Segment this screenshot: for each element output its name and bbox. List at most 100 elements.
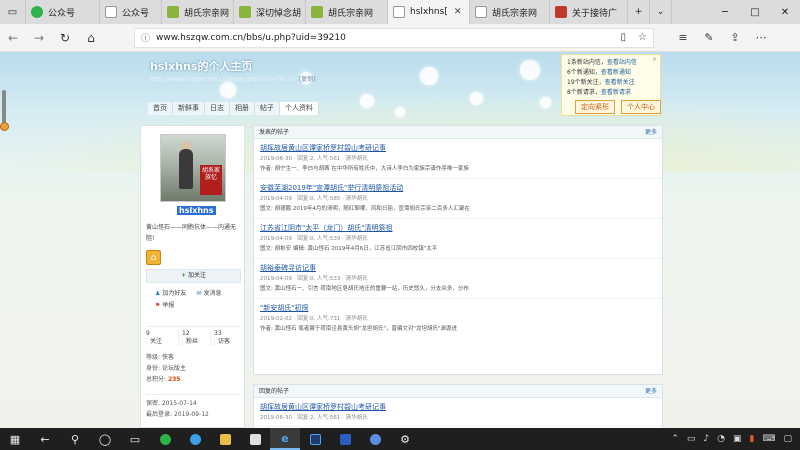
chevron-up-icon[interactable]: ⌃: [671, 434, 679, 444]
post-title[interactable]: 胡挥故居黄山区谭家桥罗村碧山考研记事: [260, 143, 656, 154]
favorites-list-icon[interactable]: ≡: [674, 31, 692, 44]
battery-icon[interactable]: ▭: [687, 434, 696, 444]
display-icon[interactable]: ▣: [733, 434, 742, 444]
post-title[interactable]: 胡挥故居黄山区谭家桥罗村碧山考研记事: [260, 402, 656, 413]
keyboard-icon[interactable]: ⌨: [762, 434, 775, 444]
nav-feed[interactable]: 新鲜事: [173, 102, 205, 115]
notify-link[interactable]: 查看新通知: [601, 69, 631, 76]
tab-6[interactable]: 胡氏宗亲网: [470, 0, 550, 24]
site-icon: [555, 6, 567, 18]
photoshop-icon[interactable]: [300, 428, 330, 450]
tab-4[interactable]: 胡氏宗亲网: [306, 0, 388, 24]
tab-0[interactable]: 公众号: [26, 0, 100, 24]
report-link[interactable]: ⚑ 举报: [155, 300, 174, 312]
close-window-icon[interactable]: ✕: [770, 0, 800, 24]
url-field[interactable]: ⓘ www.hszqw.com.cn/bbs/u.php?uid=39210 ▯…: [134, 27, 654, 48]
send-message-label: 发消息: [203, 290, 222, 297]
info-value: 2019-09-12: [173, 411, 209, 418]
nav-profile[interactable]: 个人资料: [280, 102, 319, 115]
app-tray-icon[interactable]: ▮: [750, 434, 755, 444]
app-icon[interactable]: [330, 428, 360, 450]
dandelion-decor: [420, 67, 438, 85]
user-center-button[interactable]: 个人中心: [621, 100, 661, 114]
dandelion-decor: [540, 97, 551, 108]
start-windows-icon[interactable]: ▦: [0, 428, 30, 450]
more-icon[interactable]: ⋯: [752, 31, 770, 44]
notify-link[interactable]: 查看新请求: [601, 89, 631, 96]
info-row: 等级: 侠客: [146, 352, 241, 363]
more-link[interactable]: 更多: [645, 126, 657, 138]
notify-line: 1条新站内信，查看站内信: [567, 58, 655, 68]
post-title[interactable]: 安徽芜湖2019年"宣潭胡氏"举行清明祭祖活动: [260, 183, 656, 194]
browser-app-icon[interactable]: [180, 428, 210, 450]
pen-icon[interactable]: ✎: [700, 31, 718, 44]
copy-link[interactable]: [复制]: [299, 76, 316, 83]
scroll-indicator-icon[interactable]: [0, 122, 9, 131]
tab-strip: ▭ 公众号 公众号 胡氏宗亲网 深切悼念胡 胡氏宗亲网 hslxhns[ ✕ 胡氏…: [0, 0, 800, 24]
settings-icon[interactable]: ⚙: [390, 428, 420, 450]
nav-blog[interactable]: 日志: [205, 102, 230, 115]
nav-album[interactable]: 相册: [230, 102, 255, 115]
task-view-icon[interactable]: ▭: [120, 428, 150, 450]
add-friend-link[interactable]: ♟ 加为好友: [155, 288, 186, 300]
notes-app-icon[interactable]: [240, 428, 270, 450]
close-icon[interactable]: ×: [652, 55, 657, 65]
tab-label: hslxhns[: [410, 7, 448, 17]
user-button-1[interactable]: 定向紧形: [575, 100, 615, 114]
tab-list-chevron-icon[interactable]: ⌄: [650, 0, 672, 24]
stat-fans[interactable]: 12 粉丝: [178, 330, 210, 346]
maximize-icon[interactable]: □: [740, 0, 770, 24]
network-icon[interactable]: ◔: [717, 434, 725, 444]
info-value: 论坛版主: [161, 365, 186, 372]
tab-5-active[interactable]: hslxhns[ ✕: [388, 0, 470, 24]
notify-link[interactable]: 查看新关注: [605, 79, 635, 86]
post-meta: 2019-04-09 · 回复:0, 人气:539 · 清华胡氏: [260, 236, 368, 242]
edge-icon[interactable]: e: [270, 428, 300, 450]
minimize-icon[interactable]: ─: [710, 0, 740, 24]
house-icon[interactable]: ⌂: [146, 250, 161, 265]
notifications-icon[interactable]: ▢: [783, 434, 792, 444]
follow-button[interactable]: + 加关注: [146, 269, 241, 283]
replies-panel: 回复的帖子 更多 胡挥故居黄山区谭家桥罗村碧山考研记事 2019-06-30 · …: [253, 384, 663, 428]
tab-3[interactable]: 深切悼念胡: [234, 0, 306, 24]
notify-link[interactable]: 查看站内信: [607, 59, 637, 66]
tab-2[interactable]: 胡氏宗亲网: [162, 0, 234, 24]
tab-7[interactable]: 关于接待广: [550, 0, 628, 24]
forward-arrow-icon[interactable]: →: [26, 25, 52, 51]
nav-home[interactable]: 首页: [148, 102, 173, 115]
profile-stats: 9 关注 12 粉丝 33 访客: [146, 326, 241, 346]
more-link[interactable]: 更多: [645, 385, 657, 397]
panel-header: 回复的帖子 更多: [254, 385, 662, 398]
user-buttons: 定向紧形 个人中心: [575, 100, 661, 114]
reading-view-icon[interactable]: ▯: [621, 32, 627, 43]
search-icon[interactable]: ⚲: [60, 428, 90, 450]
send-message-link[interactable]: ✉ 发消息: [196, 288, 221, 300]
post-title[interactable]: "新安胡氏"初探: [260, 303, 656, 314]
stat-following[interactable]: 9 关注: [146, 330, 178, 346]
home-icon[interactable]: ⌂: [78, 25, 104, 51]
close-icon[interactable]: ✕: [454, 7, 462, 17]
stat-visitors[interactable]: 33 访客: [210, 330, 242, 346]
new-tab-button[interactable]: +: [628, 0, 650, 24]
globe-icon[interactable]: [360, 428, 390, 450]
share-icon[interactable]: ⇪: [726, 31, 744, 44]
avatar[interactable]: 胡系家族忆: [160, 134, 226, 202]
tab-actions-icon[interactable]: ▭: [0, 0, 26, 24]
address-bar-row: ← → ↻ ⌂ ⓘ www.hszqw.com.cn/bbs/u.php?uid…: [0, 24, 800, 52]
refresh-icon[interactable]: ↻: [52, 25, 78, 51]
favorite-star-icon[interactable]: ☆: [638, 32, 647, 43]
back-arrow-icon[interactable]: ←: [30, 428, 60, 450]
tab-1[interactable]: 公众号: [100, 0, 162, 24]
volume-icon[interactable]: ♪: [703, 434, 709, 444]
wechat-app-icon[interactable]: [150, 428, 180, 450]
report-icon: ⚑: [155, 302, 161, 309]
post-title[interactable]: 江苏省江阴市"太平（龙门）胡氏"清明祭祖: [260, 223, 656, 234]
post-title[interactable]: 胡裕泰碑寻访记事: [260, 263, 656, 274]
back-arrow-icon[interactable]: ←: [0, 25, 26, 51]
folder-icon[interactable]: [210, 428, 240, 450]
panel-title: 回复的帖子: [259, 388, 290, 395]
nav-posts[interactable]: 帖子: [255, 102, 280, 115]
posts-panel: 发表的帖子 更多 胡挥故居黄山区谭家桥罗村碧山考研记事 2019-06-30 · …: [253, 125, 663, 375]
cortana-icon[interactable]: ◯: [90, 428, 120, 450]
page-url: http://www.hszqw.com.cn/bbs/u.php?uid=39…: [150, 76, 295, 83]
